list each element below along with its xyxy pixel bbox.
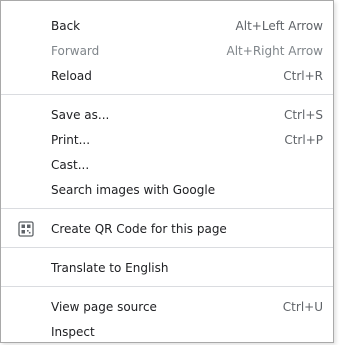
menu-item-reload[interactable]: Reload Ctrl+R bbox=[1, 63, 333, 88]
menu-item-shortcut: Ctrl+U bbox=[282, 299, 323, 314]
context-menu: Back Alt+Left Arrow Forward Alt+Right Ar… bbox=[0, 0, 334, 343]
menu-separator bbox=[1, 247, 333, 248]
menu-item-label: Cast... bbox=[51, 157, 90, 172]
menu-item-shortcut: Alt+Left Arrow bbox=[235, 18, 323, 33]
menu-item-label: Inspect bbox=[51, 324, 95, 339]
menu-item-shortcut: Alt+Right Arrow bbox=[226, 43, 323, 58]
menu-item-shortcut: Ctrl+P bbox=[284, 132, 323, 147]
menu-item-label: Save as... bbox=[51, 107, 110, 122]
menu-item-create-qr-code[interactable]: Create QR Code for this page bbox=[1, 216, 333, 241]
menu-item-print[interactable]: Print... Ctrl+P bbox=[1, 127, 333, 152]
menu-item-shortcut: Ctrl+R bbox=[283, 68, 323, 83]
menu-item-inspect[interactable]: Inspect bbox=[1, 319, 333, 344]
menu-item-label: Back bbox=[51, 18, 81, 33]
menu-item-label: Forward bbox=[51, 43, 100, 58]
menu-item-label: Search images with Google bbox=[51, 182, 216, 197]
menu-item-label: View page source bbox=[51, 299, 157, 314]
menu-separator bbox=[1, 208, 333, 209]
menu-item-label: Create QR Code for this page bbox=[51, 221, 227, 236]
menu-item-label: Print... bbox=[51, 132, 91, 147]
menu-item-label: Reload bbox=[51, 68, 92, 83]
menu-item-back[interactable]: Back Alt+Left Arrow bbox=[1, 13, 333, 38]
menu-item-save-as[interactable]: Save as... Ctrl+S bbox=[1, 102, 333, 127]
menu-item-cast[interactable]: Cast... bbox=[1, 152, 333, 177]
menu-item-forward: Forward Alt+Right Arrow bbox=[1, 38, 333, 63]
menu-separator bbox=[1, 94, 333, 95]
menu-item-search-images-with-google[interactable]: Search images with Google bbox=[1, 177, 333, 202]
menu-item-label: Translate to English bbox=[51, 260, 169, 275]
menu-item-translate-to-english[interactable]: Translate to English bbox=[1, 255, 333, 280]
menu-separator bbox=[1, 286, 333, 287]
qr-code-icon bbox=[18, 221, 34, 237]
menu-item-shortcut: Ctrl+S bbox=[283, 107, 323, 122]
menu-item-view-page-source[interactable]: View page source Ctrl+U bbox=[1, 294, 333, 319]
